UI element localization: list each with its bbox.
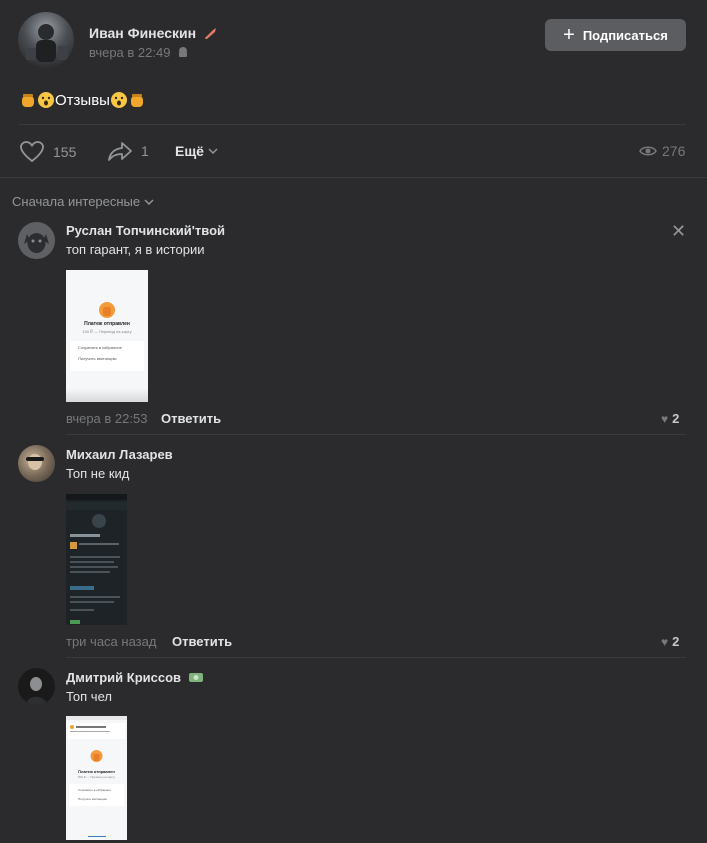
- chevron-down-icon: [144, 198, 154, 205]
- attachment-item: Получить квитанцию: [78, 797, 107, 801]
- reply-button[interactable]: Ответить: [172, 634, 232, 649]
- dog-avatar-icon: [18, 222, 55, 259]
- plus-icon: +: [563, 24, 575, 46]
- like-count: 155: [53, 144, 77, 160]
- post-author-avatar[interactable]: [18, 12, 74, 68]
- share-count: 1: [141, 143, 149, 159]
- comment-divider: [66, 434, 686, 435]
- honey-pot-emoji-icon: [130, 94, 143, 107]
- heart-icon: ♥: [661, 635, 669, 649]
- comment-author[interactable]: Михаил Лазарев: [66, 447, 173, 462]
- attachment-subtitle: 150 ₽ — Перевод на карту: [82, 329, 132, 334]
- attachment-item: Сохранить в избранное: [78, 788, 111, 792]
- comment-author[interactable]: Руслан Топчинский'твой: [66, 223, 225, 238]
- comment-text: Топ чел: [66, 689, 112, 704]
- astonished-face-emoji-icon: [38, 92, 54, 108]
- chevron-down-icon: [208, 148, 218, 155]
- heart-icon: ♥: [661, 412, 669, 426]
- comment-attachment-image[interactable]: [66, 494, 127, 625]
- attachment-item: Получить квитанцию: [78, 356, 117, 361]
- comment-like-button[interactable]: ♥ 2: [661, 411, 679, 426]
- post-author-name[interactable]: Иван Финескин: [89, 25, 219, 41]
- android-icon: [179, 47, 188, 57]
- comments-sort-dropdown[interactable]: Сначала интересные: [12, 194, 155, 209]
- comment-like-button[interactable]: ♥ 2: [661, 634, 679, 649]
- close-icon[interactable]: ✕: [671, 222, 686, 240]
- subscribe-label: Подписаться: [582, 27, 668, 43]
- person-avatar-icon: [26, 677, 47, 705]
- like-button[interactable]: 155: [19, 140, 76, 164]
- heart-icon: [20, 141, 44, 163]
- attachment-item: Сохранить в избранное: [78, 345, 122, 350]
- comment-avatar[interactable]: [18, 222, 55, 259]
- person-avatar-icon: [26, 454, 44, 470]
- more-button[interactable]: Ещё: [175, 143, 219, 159]
- comment-avatar[interactable]: [18, 668, 55, 705]
- comment-author[interactable]: Дмитрий Криссов: [66, 670, 204, 685]
- astonished-face-emoji-icon: [110, 92, 127, 108]
- views-counter: 276: [639, 143, 685, 159]
- eye-icon: [639, 146, 657, 156]
- post-text: Отзывы: [19, 91, 146, 109]
- attachment-subtitle: 500 ₽ — Перевод на карту: [77, 775, 116, 779]
- post-divider: [19, 124, 686, 125]
- attachment-title: Платеж отправлен: [78, 769, 115, 774]
- views-count: 276: [662, 143, 686, 159]
- share-button[interactable]: 1: [107, 140, 149, 162]
- thumbs-up-icon: [90, 750, 103, 762]
- honey-pot-emoji-icon: [22, 94, 34, 107]
- actions-divider: [0, 177, 707, 178]
- subscribe-button[interactable]: + Подписаться: [545, 19, 686, 51]
- comment-divider: [66, 657, 686, 658]
- post-time[interactable]: вчера в 22:49: [89, 45, 189, 60]
- comment-time[interactable]: вчера в 22:53: [66, 411, 147, 426]
- attachment-title: Платеж отправлен: [84, 321, 130, 327]
- money-emoji-icon: [188, 673, 203, 682]
- comment-text: топ гарант, я в истории: [66, 242, 205, 257]
- comment-avatar[interactable]: [18, 445, 55, 482]
- comment-attachment-image[interactable]: Платеж отправлен 150 ₽ — Перевод на карт…: [66, 270, 148, 402]
- comment-text: Топ не кид: [66, 466, 130, 481]
- comment-time[interactable]: три часа назад: [66, 634, 156, 649]
- avatar-figure-icon: [26, 24, 68, 62]
- comment-attachment-image[interactable]: Платеж отправлен 500 ₽ — Перевод на карт…: [66, 716, 127, 840]
- share-arrow-icon: [108, 142, 132, 161]
- rocket-icon: [204, 28, 216, 39]
- reply-button[interactable]: Ответить: [161, 411, 221, 426]
